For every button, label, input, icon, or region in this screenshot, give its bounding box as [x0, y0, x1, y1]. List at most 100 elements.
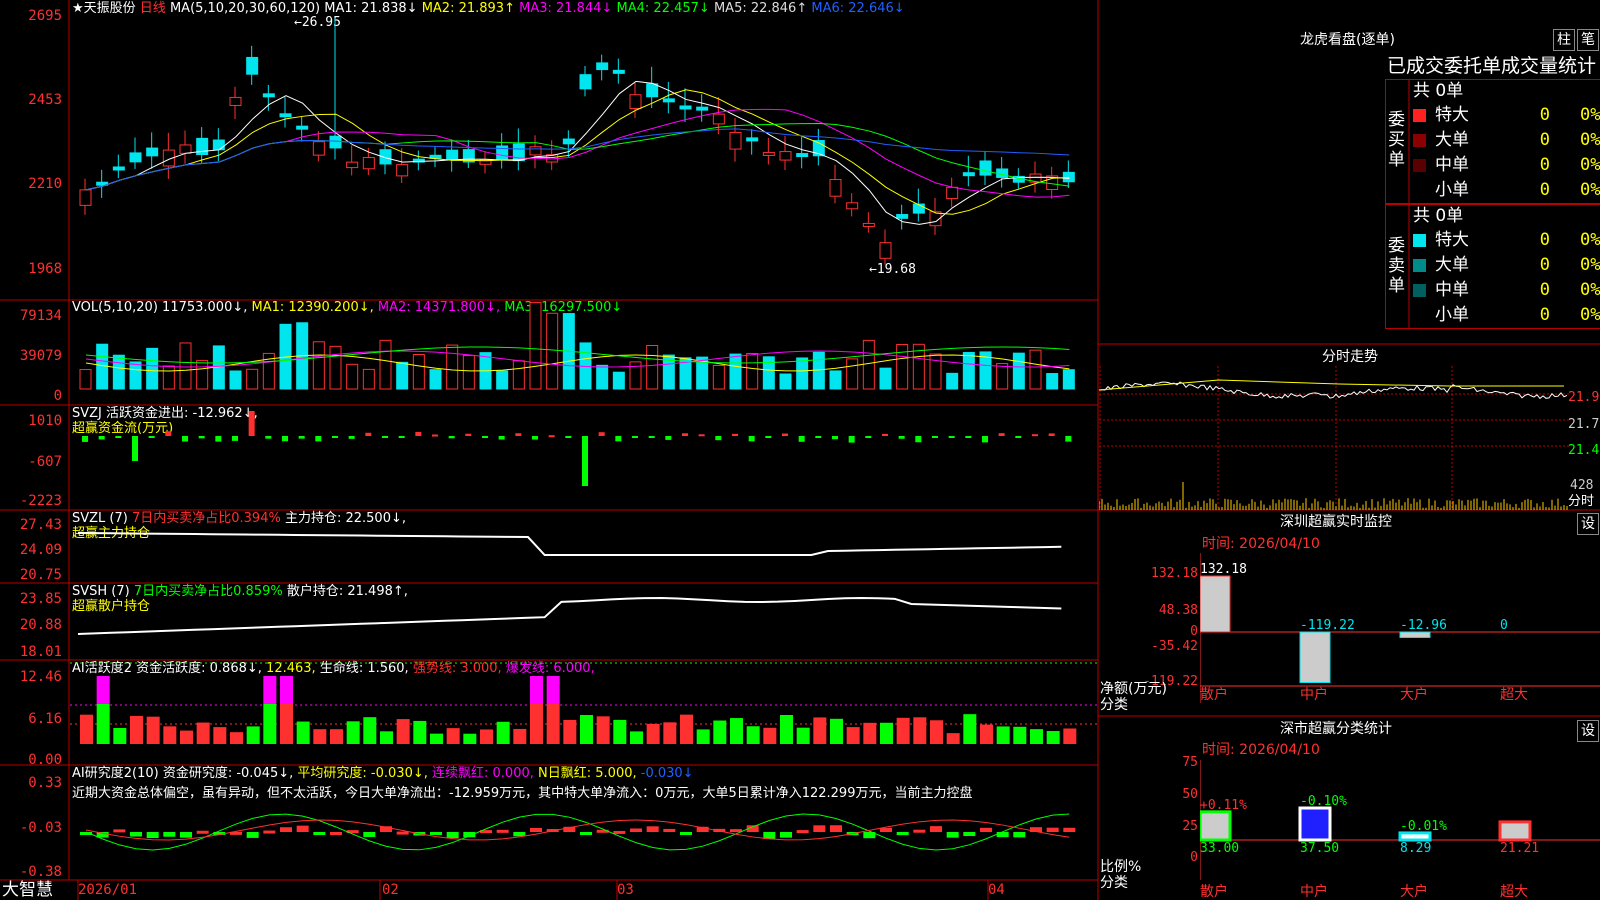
volume-bar [1046, 373, 1059, 390]
sz-monitor-settings-button[interactable]: 设 [1577, 513, 1599, 535]
activity-bar [896, 717, 910, 744]
volume-bar [1062, 369, 1075, 390]
research-bar [196, 830, 209, 834]
research-bar [980, 827, 992, 832]
bar-mode-button[interactable]: 柱 [1553, 29, 1575, 51]
sell-row-name: 中单 [1435, 280, 1469, 300]
ai2-y-label-2: 6.16 [28, 711, 62, 727]
sz-monitor-y-3: 0 [1190, 624, 1198, 639]
research-bar [296, 825, 309, 832]
activity-bar [163, 726, 177, 744]
buy-side-label: 委买单 [1388, 110, 1405, 170]
activity-bar [513, 728, 527, 744]
sz-class-unit: 比例% [1100, 859, 1142, 875]
flow-bar [498, 436, 505, 440]
research-bar [146, 832, 159, 839]
volume-bar [229, 370, 242, 390]
buy-row-name: 小单 [1435, 180, 1469, 200]
volume-bar [179, 342, 192, 390]
air-y-label-3: -0.38 [19, 864, 62, 880]
air-label: AI研究度2(10) [72, 766, 159, 781]
sz-monitor-bar-label: -12.96 [1400, 618, 1447, 633]
activity-chart[interactable] [70, 661, 1098, 765]
research-bar [263, 830, 276, 834]
research-bar [430, 832, 442, 835]
candle-body [129, 152, 142, 163]
brand-logo[interactable]: 大智慧 [2, 881, 53, 900]
research-bar [513, 832, 526, 837]
candle-body [112, 166, 125, 171]
buy-1-swatch [1413, 134, 1426, 147]
tick-mode-button[interactable]: 笔 [1577, 29, 1599, 51]
longhu-title: 龙虎看盘(逐单) [1300, 32, 1395, 48]
research-bar [246, 832, 259, 838]
research-bar [930, 826, 942, 832]
research-bar [663, 828, 676, 832]
sz-monitor-chart[interactable]: 132.18 散户 -119.22 中户 -12.96 大户 0 超大 [1200, 553, 1600, 703]
flow-bar [432, 434, 438, 437]
volume-bar [129, 361, 142, 390]
research-chart[interactable] [70, 802, 1098, 880]
activity-bar [863, 722, 877, 744]
candle-body [979, 160, 992, 176]
flow-bar [698, 434, 705, 437]
research-bar [996, 832, 1009, 838]
volume-bar [529, 302, 542, 390]
sz-monitor-bar [1299, 631, 1331, 684]
sz-class-y-1: 75 [1182, 755, 1198, 770]
candle-body [596, 62, 609, 71]
candle-body [346, 161, 359, 169]
activity-bar [880, 722, 893, 744]
candle-body [312, 141, 325, 156]
activity-bar [663, 722, 677, 744]
activity-bar [546, 704, 560, 744]
sz-class-category: 散户 [1200, 883, 1228, 900]
candlestick-chart[interactable] [70, 0, 1098, 300]
longhu-header: 已成交委托单成交量统计 [1387, 55, 1597, 77]
intraday-chart[interactable] [1099, 366, 1569, 510]
air-average: 平均研究度: -0.030↓, [297, 766, 428, 781]
retail-holding-chart[interactable] [70, 584, 1098, 660]
activity-bar [430, 733, 443, 744]
main-holding-chart[interactable] [70, 511, 1098, 583]
research-bar [780, 832, 792, 838]
activity-bar [1063, 728, 1077, 744]
candle-body [679, 105, 692, 110]
svsh-y-label-3: 18.01 [19, 644, 62, 660]
fund-flow-chart[interactable] [70, 406, 1098, 510]
research-bar [1013, 832, 1026, 838]
volume-bar [929, 353, 942, 390]
air-last: -0.030↓ [640, 766, 694, 781]
volume-chart[interactable] [70, 301, 1098, 405]
activity-bar [313, 729, 327, 744]
candle-body [662, 98, 675, 103]
buy-row-pct: 0% [1580, 105, 1600, 125]
volume-bar [646, 344, 659, 390]
sz-class-settings-button[interactable]: 设 [1577, 720, 1599, 742]
activity-bar [646, 723, 660, 744]
activity-bar [913, 717, 927, 744]
research-bar [163, 832, 176, 837]
volume-bar [462, 355, 475, 390]
activity-bar-high [530, 676, 543, 704]
candle-body [362, 157, 375, 170]
volume-bar [446, 344, 459, 390]
candle-body [762, 151, 775, 156]
sell-row-name: 大单 [1435, 255, 1469, 275]
activity-bar [596, 716, 610, 744]
volume-bar [862, 339, 875, 390]
activity-bar [230, 732, 243, 744]
flow-bar [715, 436, 722, 441]
retail-holding-line [77, 597, 1062, 635]
date-ticks [77, 880, 989, 900]
sz-class-chart[interactable]: +0.11% 33.00 散户 -0.10% 37.50 中户 -0.01% 8.29 大户 21… [1200, 760, 1600, 900]
volume-bar [112, 354, 125, 390]
buy-row-value: 0 [1539, 180, 1550, 200]
research-bar [613, 830, 626, 834]
candle-body [696, 106, 709, 111]
volume-bar [162, 365, 175, 390]
candle-body [579, 74, 592, 90]
activity-bar [1046, 731, 1060, 744]
sz-class-title: 深市超赢分类统计 [1280, 721, 1392, 737]
sz-monitor-bar-label: 132.18 [1200, 562, 1247, 577]
